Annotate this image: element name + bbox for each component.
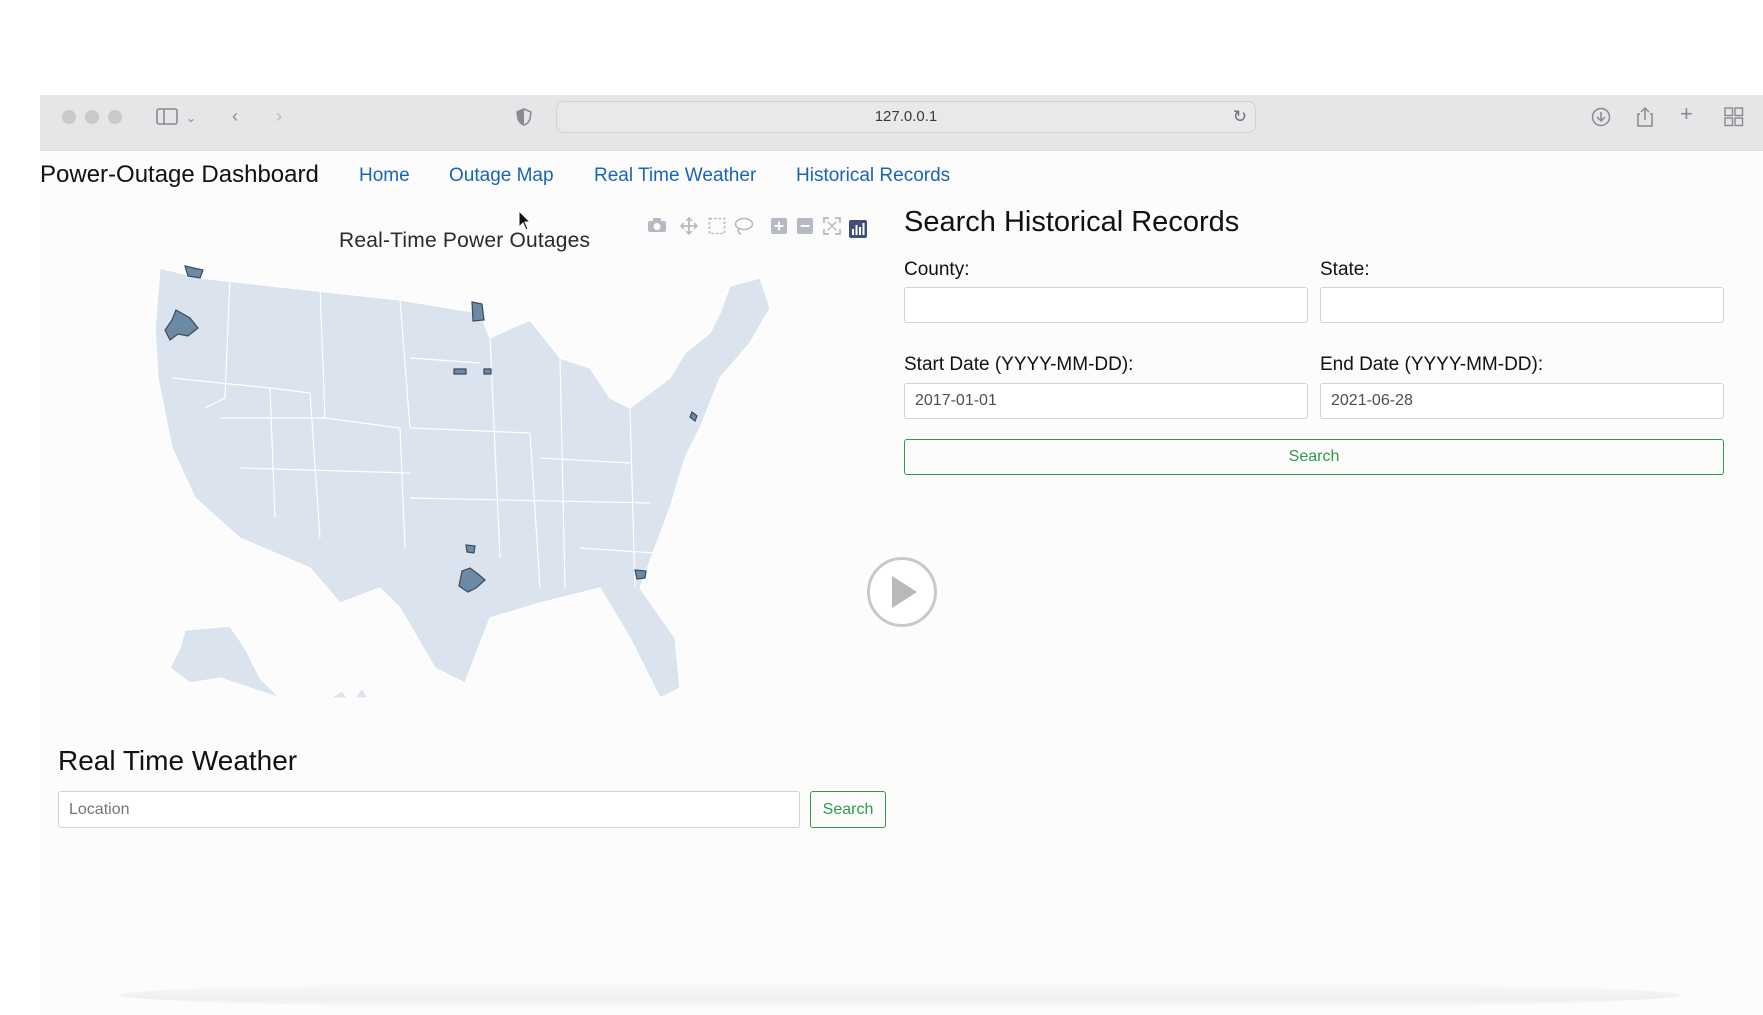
outage-region-washington-north bbox=[184, 265, 204, 279]
browser-window: ⌄ ‹ › 127.0.0.1 ↻ + Power-Outage Dashboa… bbox=[40, 95, 1763, 1015]
tab-overview-icon[interactable] bbox=[1724, 107, 1744, 131]
map-title: Real-Time Power Outages bbox=[339, 229, 591, 252]
forward-icon[interactable]: › bbox=[276, 106, 282, 126]
lasso-icon[interactable] bbox=[734, 217, 754, 240]
nav-link-historical-records[interactable]: Historical Records bbox=[796, 165, 950, 187]
zoom-window-button[interactable] bbox=[108, 110, 122, 124]
weather-heading: Real Time Weather bbox=[58, 745, 298, 776]
play-icon bbox=[892, 576, 917, 608]
hawaii-islands bbox=[328, 686, 369, 698]
end-date-input[interactable] bbox=[1320, 383, 1724, 419]
location-input[interactable] bbox=[58, 791, 800, 828]
historical-heading: Search Historical Records bbox=[904, 206, 1240, 238]
outage-region-north-dakota bbox=[471, 301, 485, 322]
sidebar-icon[interactable] bbox=[156, 108, 178, 130]
minimize-window-button[interactable] bbox=[85, 110, 99, 124]
zoom-in-icon[interactable] bbox=[770, 217, 788, 240]
shield-icon[interactable] bbox=[516, 108, 532, 130]
share-icon[interactable] bbox=[1636, 106, 1654, 132]
start-date-input[interactable] bbox=[904, 383, 1308, 419]
historical-search-button[interactable]: Search bbox=[904, 439, 1724, 475]
alaska-landmass bbox=[169, 625, 281, 698]
nav-link-home[interactable]: Home bbox=[359, 165, 410, 187]
outage-region-south-dakota-a bbox=[453, 368, 467, 375]
state-input[interactable] bbox=[1320, 287, 1724, 323]
zoom-out-icon[interactable] bbox=[796, 217, 814, 240]
reload-icon[interactable]: ↻ bbox=[1233, 102, 1247, 132]
mouse-cursor-icon bbox=[518, 210, 532, 231]
close-window-button[interactable] bbox=[62, 110, 76, 124]
county-input[interactable] bbox=[904, 287, 1308, 323]
brand-title[interactable]: Power-Outage Dashboard bbox=[40, 161, 319, 189]
contiguous-us-landmass bbox=[154, 267, 771, 698]
chevron-down-icon[interactable]: ⌄ bbox=[186, 108, 196, 128]
start-date-label: Start Date (YYYY-MM-DD): bbox=[904, 354, 1134, 375]
new-tab-icon[interactable]: + bbox=[1680, 103, 1693, 125]
back-icon[interactable]: ‹ bbox=[232, 106, 238, 126]
outage-region-texas-north bbox=[465, 544, 476, 554]
outage-region-florida bbox=[634, 569, 647, 580]
bottom-shadow bbox=[120, 980, 1680, 1010]
outage-region-south-dakota-b bbox=[483, 368, 492, 375]
reset-axes-icon[interactable] bbox=[823, 217, 841, 240]
download-icon[interactable] bbox=[1591, 107, 1611, 131]
nav-link-outage-map[interactable]: Outage Map bbox=[449, 165, 554, 187]
address-bar[interactable]: 127.0.0.1 ↻ bbox=[556, 101, 1256, 133]
box-select-icon[interactable] bbox=[708, 217, 726, 240]
browser-toolbar: ⌄ ‹ › 127.0.0.1 ↻ + bbox=[40, 95, 1763, 151]
nav-link-real-time-weather[interactable]: Real Time Weather bbox=[594, 165, 756, 187]
url-text: 127.0.0.1 bbox=[874, 108, 938, 125]
state-label: State: bbox=[1320, 259, 1370, 280]
end-date-label: End Date (YYYY-MM-DD): bbox=[1320, 354, 1544, 375]
plotly-logo-icon[interactable] bbox=[849, 220, 867, 243]
us-outage-map[interactable] bbox=[110, 258, 870, 698]
weather-search-button[interactable]: Search bbox=[810, 791, 886, 828]
video-play-button[interactable] bbox=[867, 557, 937, 627]
pan-icon[interactable] bbox=[679, 216, 699, 240]
camera-icon[interactable] bbox=[647, 217, 667, 238]
county-label: County: bbox=[904, 259, 970, 280]
navbar: Power-Outage Dashboard Home Outage Map R… bbox=[40, 153, 1763, 193]
